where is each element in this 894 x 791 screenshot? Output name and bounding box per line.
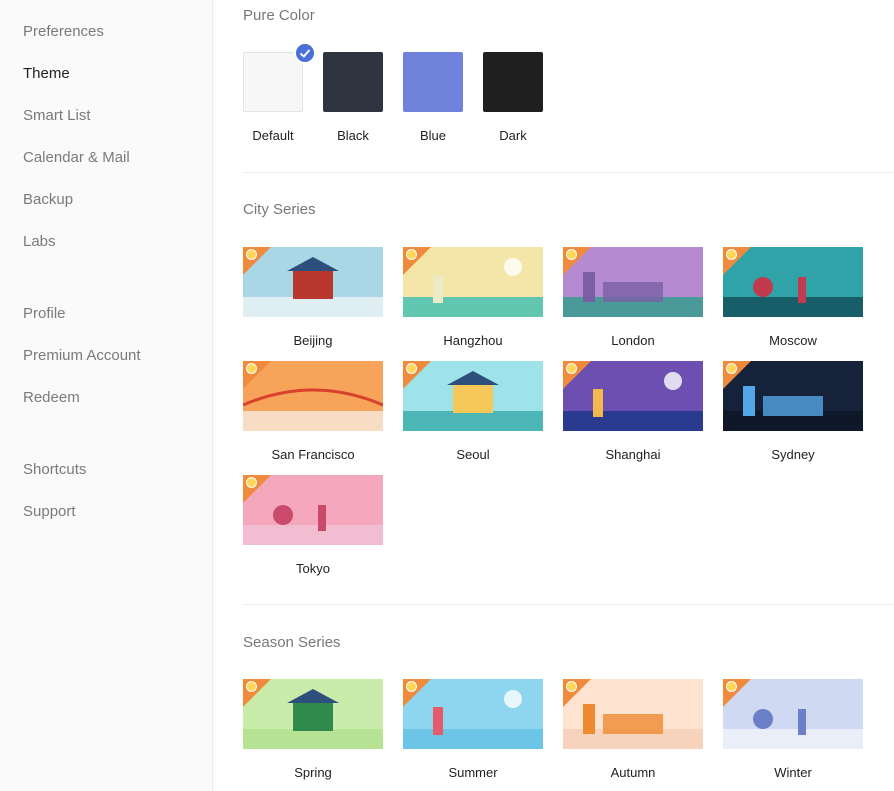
sidebar-item-preferences[interactable]: Preferences [23, 22, 104, 42]
theme-label-moscow: Moscow [769, 333, 817, 348]
crown-icon [406, 363, 417, 374]
swatch-label-default: Default [252, 128, 294, 143]
crown-icon [246, 249, 257, 260]
swatch-label-blue: Blue [419, 128, 447, 143]
swatch-label-black: Black [337, 128, 369, 143]
swatch-label-dark: Dark [499, 128, 527, 143]
swatch-black[interactable] [323, 52, 383, 112]
section-divider [243, 172, 894, 173]
city-series-section-title: City Series [243, 201, 316, 218]
crown-icon [726, 363, 737, 374]
crown-icon [406, 249, 417, 260]
theme-label-seoul: Seoul [456, 447, 490, 462]
crown-icon [246, 681, 257, 692]
theme-card-hangzhou[interactable] [403, 247, 543, 317]
crown-icon [726, 681, 737, 692]
theme-label-london: London [611, 333, 655, 348]
crown-icon [566, 363, 577, 374]
theme-label-hangzhou: Hangzhou [443, 333, 503, 348]
swatch-dark[interactable] [483, 52, 543, 112]
sidebar-item-profile[interactable]: Profile [23, 304, 66, 324]
theme-card-spring[interactable] [243, 679, 383, 749]
sidebar-item-shortcuts[interactable]: Shortcuts [23, 460, 86, 480]
sidebar-item-smart-list[interactable]: Smart List [23, 106, 91, 126]
theme-label-autumn: Autumn [610, 765, 656, 780]
swatch-default[interactable] [243, 52, 303, 112]
sidebar-item-support[interactable]: Support [23, 502, 76, 522]
theme-card-summer[interactable] [403, 679, 543, 749]
theme-card-london[interactable] [563, 247, 703, 317]
sidebar-item-labs[interactable]: Labs [23, 232, 56, 252]
theme-card-beijing[interactable] [243, 247, 383, 317]
swatch-blue[interactable] [403, 52, 463, 112]
selected-check-icon [294, 42, 316, 64]
season-series-section-title: Season Series [243, 634, 341, 651]
theme-card-autumn[interactable] [563, 679, 703, 749]
crown-icon [726, 249, 737, 260]
sidebar-item-backup[interactable]: Backup [23, 190, 73, 210]
sidebar-item-theme[interactable]: Theme [23, 64, 70, 84]
sidebar-item-redeem[interactable]: Redeem [23, 388, 80, 408]
crown-icon [246, 363, 257, 374]
theme-card-winter[interactable] [723, 679, 863, 749]
crown-icon [246, 477, 257, 488]
theme-card-tokyo[interactable] [243, 475, 383, 545]
section-divider [243, 604, 894, 605]
theme-settings-panel: Pure Color Default Black Blue Dark City Ser… [213, 0, 894, 791]
theme-label-san-francisco: San Francisco [271, 447, 355, 462]
theme-card-san-francisco[interactable] [243, 361, 383, 431]
sidebar-item-premium-account[interactable]: Premium Account [23, 346, 141, 366]
theme-card-seoul[interactable] [403, 361, 543, 431]
sidebar-item-calendar-mail[interactable]: Calendar & Mail [23, 148, 130, 168]
theme-card-shanghai[interactable] [563, 361, 703, 431]
theme-label-tokyo: Tokyo [296, 561, 330, 576]
pure-color-section-title: Pure Color [243, 7, 315, 24]
theme-label-sydney: Sydney [771, 447, 815, 462]
theme-label-winter: Winter [774, 765, 812, 780]
crown-icon [566, 249, 577, 260]
theme-label-beijing: Beijing [293, 333, 333, 348]
settings-sidebar: Preferences Theme Smart List Calendar & … [0, 0, 213, 791]
crown-icon [566, 681, 577, 692]
theme-label-spring: Spring [294, 765, 332, 780]
theme-card-sydney[interactable] [723, 361, 863, 431]
theme-label-summer: Summer [448, 765, 498, 780]
theme-label-shanghai: Shanghai [605, 447, 661, 462]
theme-card-moscow[interactable] [723, 247, 863, 317]
crown-icon [406, 681, 417, 692]
